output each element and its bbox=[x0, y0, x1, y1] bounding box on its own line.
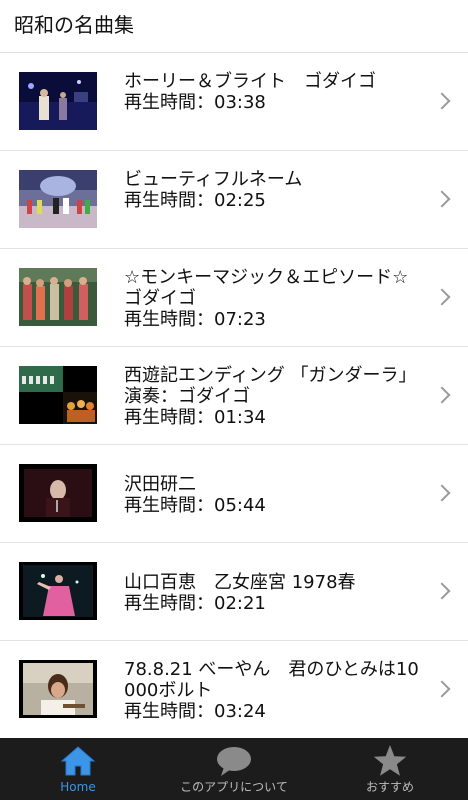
song-text: 山口百恵 乙女座宮 1978春 再生時間：02:21 bbox=[124, 572, 424, 614]
chevron-right-icon bbox=[433, 288, 451, 305]
video-thumbnail bbox=[19, 170, 97, 228]
chevron-right-icon bbox=[433, 386, 451, 403]
video-thumbnail bbox=[19, 464, 97, 522]
app-header: 昭和の名曲集 bbox=[0, 0, 468, 53]
song-list-item[interactable]: 西遊記エンディング 「ガンダーラ」 演奏：ゴダイゴ 再生時間：01:34 bbox=[0, 347, 468, 445]
song-text: ビューティフルネーム 再生時間：02:25 bbox=[124, 169, 424, 211]
star-icon bbox=[373, 745, 407, 776]
song-title: 78.8.21 べーやん 君のひとみは10000ボルト bbox=[124, 659, 419, 701]
song-list-item[interactable]: ホーリー＆ブライト ゴダイゴ 再生時間：03:38 bbox=[0, 53, 468, 151]
song-duration: 再生時間：03:38 bbox=[124, 92, 266, 113]
song-text: 78.8.21 べーやん 君のひとみは10000ボルト 再生時間：03:24 bbox=[124, 659, 424, 722]
video-thumbnail bbox=[19, 366, 97, 424]
song-title: 沢田研二 bbox=[124, 474, 196, 495]
song-text: 沢田研二 再生時間：05:44 bbox=[124, 474, 424, 516]
song-text: 西遊記エンディング 「ガンダーラ」 演奏：ゴダイゴ 再生時間：01:34 bbox=[124, 365, 424, 428]
tab-label: このアプリについて bbox=[180, 780, 288, 794]
video-thumbnail bbox=[19, 72, 97, 130]
tab-recommended[interactable]: おすすめ bbox=[312, 738, 468, 800]
tab-bar: Home このアプリについて おすすめ bbox=[0, 738, 468, 800]
song-title: ホーリー＆ブライト ゴダイゴ bbox=[124, 71, 376, 92]
video-thumbnail bbox=[19, 660, 97, 718]
tab-label: Home bbox=[60, 780, 96, 794]
song-duration: 再生時間：01:34 bbox=[124, 407, 266, 428]
tab-about[interactable]: このアプリについて bbox=[156, 738, 312, 800]
chevron-right-icon bbox=[433, 680, 451, 697]
tab-home[interactable]: Home bbox=[0, 738, 156, 800]
speech-bubble-icon bbox=[217, 747, 251, 776]
song-list-item[interactable]: ビューティフルネーム 再生時間：02:25 bbox=[0, 151, 468, 249]
chevron-right-icon bbox=[433, 484, 451, 501]
tab-label: おすすめ bbox=[365, 780, 414, 794]
chevron-right-icon bbox=[433, 190, 451, 207]
song-title: 西遊記エンディング 「ガンダーラ」 演奏：ゴダイゴ bbox=[124, 365, 417, 407]
song-duration: 再生時間：05:44 bbox=[124, 495, 266, 516]
song-title: 山口百恵 乙女座宮 1978春 bbox=[124, 572, 356, 593]
song-list-item[interactable]: 78.8.21 べーやん 君のひとみは10000ボルト 再生時間：03:24 bbox=[0, 641, 468, 738]
song-title: ☆モンキーマジック＆エピソード☆ ゴダイゴ bbox=[124, 267, 427, 309]
page-title: 昭和の名曲集 bbox=[14, 13, 134, 37]
song-list-item[interactable]: 沢田研二 再生時間：05:44 bbox=[0, 445, 468, 543]
video-thumbnail bbox=[19, 562, 97, 620]
song-duration: 再生時間：02:25 bbox=[124, 190, 266, 211]
chevron-right-icon bbox=[433, 582, 451, 599]
song-title: ビューティフルネーム bbox=[124, 169, 303, 190]
song-list[interactable]: ホーリー＆ブライト ゴダイゴ 再生時間：03:38 ビューティフルネーム 再生時… bbox=[0, 53, 468, 738]
app-screen: 昭和の名曲集 ホーリー＆ブライト ゴダイゴ 再生時間：03:38 ビューティフル… bbox=[0, 0, 468, 800]
video-thumbnail bbox=[19, 268, 97, 326]
song-list-item[interactable]: 山口百恵 乙女座宮 1978春 再生時間：02:21 bbox=[0, 543, 468, 641]
song-list-item[interactable]: ☆モンキーマジック＆エピソード☆ ゴダイゴ 再生時間：07:23 bbox=[0, 249, 468, 347]
home-icon bbox=[60, 746, 96, 776]
song-duration: 再生時間：03:24 bbox=[124, 701, 266, 722]
song-duration: 再生時間：07:23 bbox=[124, 309, 266, 330]
song-text: ☆モンキーマジック＆エピソード☆ ゴダイゴ 再生時間：07:23 bbox=[124, 267, 427, 330]
song-duration: 再生時間：02:21 bbox=[124, 593, 266, 614]
chevron-right-icon bbox=[433, 92, 451, 109]
song-text: ホーリー＆ブライト ゴダイゴ 再生時間：03:38 bbox=[124, 71, 424, 113]
